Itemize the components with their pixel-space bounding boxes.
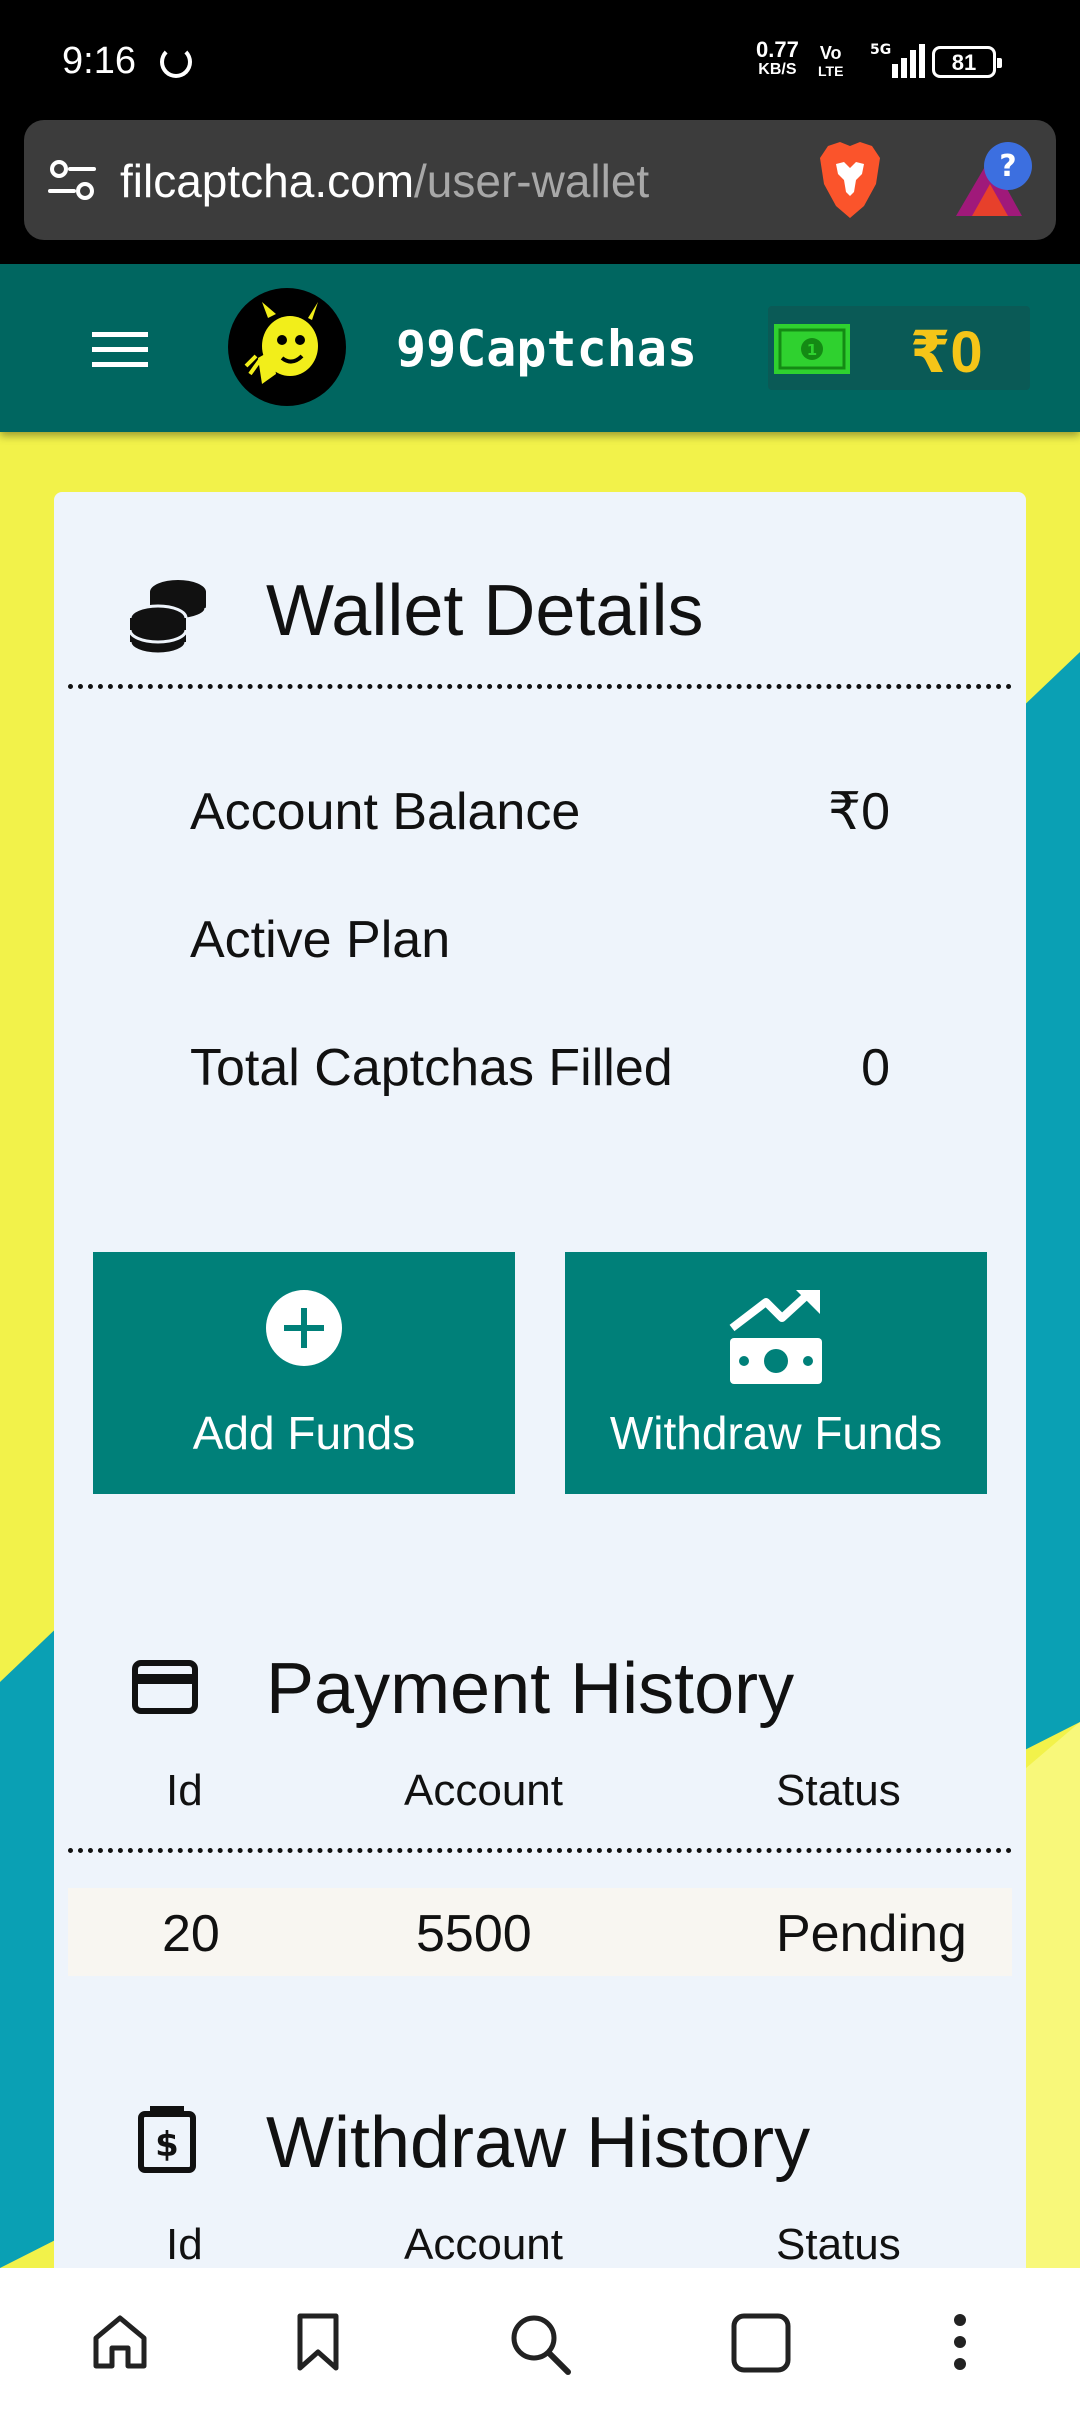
status-time: 9:16	[62, 40, 136, 82]
browser-bottom-nav	[0, 2268, 1080, 2412]
network-type: 5G	[870, 42, 891, 58]
volte-top: Vo	[819, 43, 842, 63]
url-path: /user-wallet	[414, 155, 650, 207]
svg-text:1: 1	[807, 341, 817, 359]
tabs-icon[interactable]	[730, 2312, 792, 2374]
url-bar[interactable]: filcaptcha.com/user-wallet ?	[24, 120, 1056, 240]
table-row: 20 5500 Pending	[68, 1888, 1012, 1976]
account-balance-value: ₹0	[827, 783, 890, 841]
captchas-filled-label: Total Captchas Filled	[190, 1039, 673, 1097]
payment-col-id: Id	[166, 1766, 203, 1815]
withdraw-col-status: Status	[776, 2220, 901, 2269]
volte-bottom: LTE	[818, 63, 844, 79]
brand-logo[interactable]	[228, 288, 346, 406]
payment-status: Pending	[776, 1905, 967, 1963]
network-speed: 0.77 KB/S	[756, 37, 799, 80]
url-text[interactable]: filcaptcha.com/user-wallet	[120, 154, 649, 208]
signal-icon: 5G	[870, 42, 925, 78]
payment-col-status: Status	[776, 1766, 901, 1815]
hamburger-menu-icon[interactable]	[92, 330, 148, 370]
network-speed-value: 0.77	[756, 37, 799, 62]
divider	[68, 684, 1012, 689]
url-domain: filcaptcha.com	[120, 155, 415, 207]
active-plan-label: Active Plan	[190, 911, 451, 969]
add-funds-button[interactable]: Add Funds	[93, 1252, 515, 1494]
volte-indicator: Vo LTE	[818, 44, 843, 80]
browser-toolbar: filcaptcha.com/user-wallet ?	[0, 120, 1080, 264]
brave-rewards-icon[interactable]: ?	[950, 138, 1036, 224]
brand-name[interactable]: 99Captchas	[396, 320, 697, 378]
devil-mascot-icon	[244, 302, 318, 384]
bookmark-icon[interactable]	[294, 2312, 342, 2372]
battery-indicator: 81	[932, 46, 1002, 78]
withdraw-funds-label: Withdraw Funds	[609, 1407, 943, 1459]
network-speed-unit: KB/S	[758, 61, 797, 78]
coins-icon	[128, 580, 208, 656]
more-options-icon[interactable]	[950, 2312, 970, 2372]
wallet-card: Wallet Details Account Balance ₹0 Active…	[54, 492, 1026, 2269]
app-header: 99Captchas 1 ₹0	[0, 264, 1080, 432]
header-balance: ₹0	[910, 320, 983, 385]
payment-id: 20	[162, 1905, 220, 1963]
withdraw-history-title: Withdraw History	[266, 2103, 811, 2183]
svg-text:$: $	[155, 2125, 179, 2165]
captchas-filled-value: 0	[861, 1039, 890, 1097]
withdraw-funds-button[interactable]: Withdraw Funds	[565, 1252, 987, 1494]
payment-col-account: Account	[404, 1766, 563, 1815]
loading-icon	[160, 46, 192, 78]
wallet-details-title: Wallet Details	[266, 571, 704, 651]
svg-text:?: ?	[999, 149, 1016, 184]
money-check-dollar-icon: $	[138, 2106, 196, 2173]
withdraw-col-id: Id	[166, 2220, 203, 2269]
header-balance-chip[interactable]: 1 ₹0	[768, 306, 1030, 390]
add-funds-label: Add Funds	[192, 1407, 416, 1459]
home-icon[interactable]	[90, 2312, 150, 2372]
status-bar: 9:16 0.77 KB/S Vo LTE 5G 81	[0, 0, 1080, 120]
cash-icon: 1	[774, 324, 850, 374]
plus-circle-icon	[266, 1290, 342, 1366]
brave-shields-icon[interactable]	[814, 140, 886, 220]
payment-history-title: Payment History	[266, 1649, 795, 1729]
account-balance-label: Account Balance	[190, 783, 581, 841]
money-bill-trend-up-icon	[729, 1290, 822, 1384]
withdraw-col-account: Account	[404, 2220, 563, 2269]
site-settings-icon[interactable]	[48, 158, 96, 202]
divider	[68, 1848, 1012, 1853]
search-icon[interactable]	[508, 2312, 572, 2376]
payment-account: 5500	[416, 1905, 532, 1963]
credit-card-icon	[132, 1660, 198, 1714]
